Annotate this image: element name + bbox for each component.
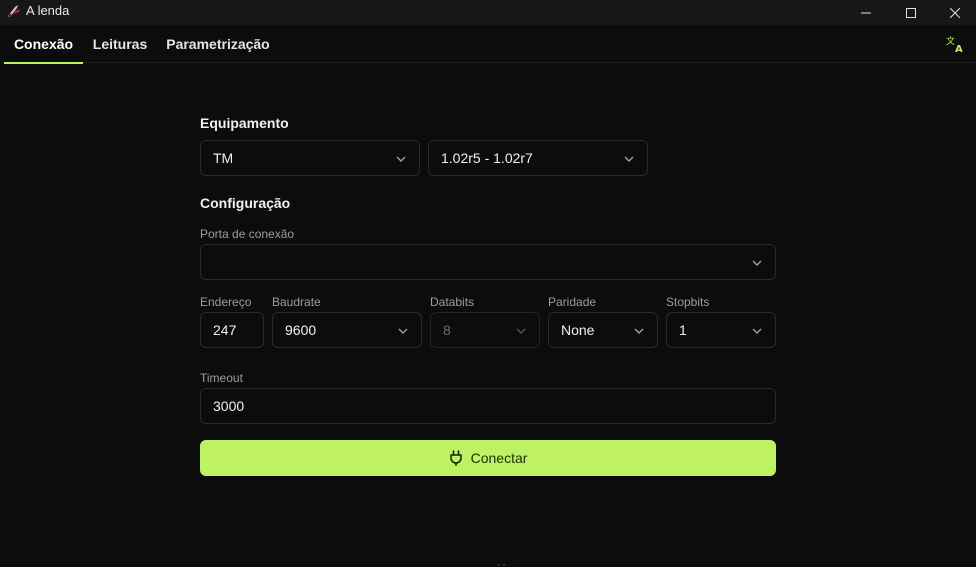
parity-select[interactable]: None (548, 312, 658, 348)
address-input-value: 247 (213, 322, 237, 338)
timeout-input-value: 3000 (213, 398, 245, 414)
config-title: Configuração (200, 195, 291, 211)
stopbits-label: Stopbits (666, 295, 710, 309)
address-input[interactable]: 247 (200, 312, 264, 348)
databits-select[interactable]: 8 (430, 312, 540, 348)
close-button[interactable] (932, 0, 976, 25)
baudrate-select[interactable]: 9600 (272, 312, 422, 348)
tab-parametrizacao[interactable]: Parametrização (164, 25, 272, 63)
app-logo-icon (8, 5, 20, 17)
chevron-down-icon (396, 156, 406, 162)
stopbits-select-value: 1 (679, 322, 687, 338)
chevron-down-icon (398, 328, 408, 334)
stopbits-select[interactable]: 1 (666, 312, 776, 348)
tab-label: Conexão (13, 36, 74, 52)
svg-text:文: 文 (946, 35, 955, 47)
title-bar: A lenda (0, 0, 976, 25)
active-tab-indicator (4, 62, 83, 64)
window-title: A lenda (26, 3, 70, 18)
chevron-down-icon (516, 328, 526, 334)
parity-select-value: None (561, 322, 595, 338)
tab-label: Leituras (92, 36, 148, 52)
version-select[interactable]: 1.02r5 - 1.02r7 (428, 140, 648, 176)
minimize-icon (861, 12, 871, 13)
baudrate-label: Baudrate (272, 295, 321, 309)
equipment-title: Equipamento (200, 115, 289, 131)
connect-button-label: Conectar (470, 450, 528, 466)
close-icon (950, 7, 960, 18)
minimize-button[interactable] (843, 0, 889, 25)
connect-button[interactable]: Conectar (200, 440, 776, 476)
address-label: Endereço (200, 295, 252, 309)
version-select-value: 1.02r5 - 1.02r7 (441, 150, 533, 166)
parity-label: Paridade (548, 295, 597, 309)
databits-select-value: 8 (443, 322, 451, 338)
databits-label: Databits (430, 295, 475, 309)
baudrate-select-value: 9600 (285, 322, 317, 338)
translate-icon[interactable]: 文 A (945, 34, 967, 54)
tab-label: Parametrização (166, 36, 270, 52)
equipment-select-value: TM (213, 150, 234, 166)
port-label: Porta de conexão (200, 227, 295, 241)
plug-icon (449, 450, 462, 466)
chevron-down-icon (624, 156, 634, 162)
tab-bar: Conexão Leituras Parametrização (0, 25, 976, 64)
svg-text:A: A (955, 44, 963, 54)
chevron-down-icon (634, 328, 644, 334)
timeout-input[interactable]: 3000 (200, 388, 776, 424)
maximize-button[interactable] (888, 0, 934, 25)
timeout-label: Timeout (200, 371, 243, 385)
equipment-select[interactable]: TM (200, 140, 420, 176)
port-select[interactable] (200, 244, 776, 280)
tab-conexao[interactable]: Conexão (4, 25, 83, 64)
maximize-icon (906, 7, 916, 18)
chevron-down-icon (752, 328, 762, 334)
tab-leituras[interactable]: Leituras (90, 25, 150, 63)
grip-icon (498, 564, 505, 566)
chevron-down-icon (752, 260, 762, 266)
